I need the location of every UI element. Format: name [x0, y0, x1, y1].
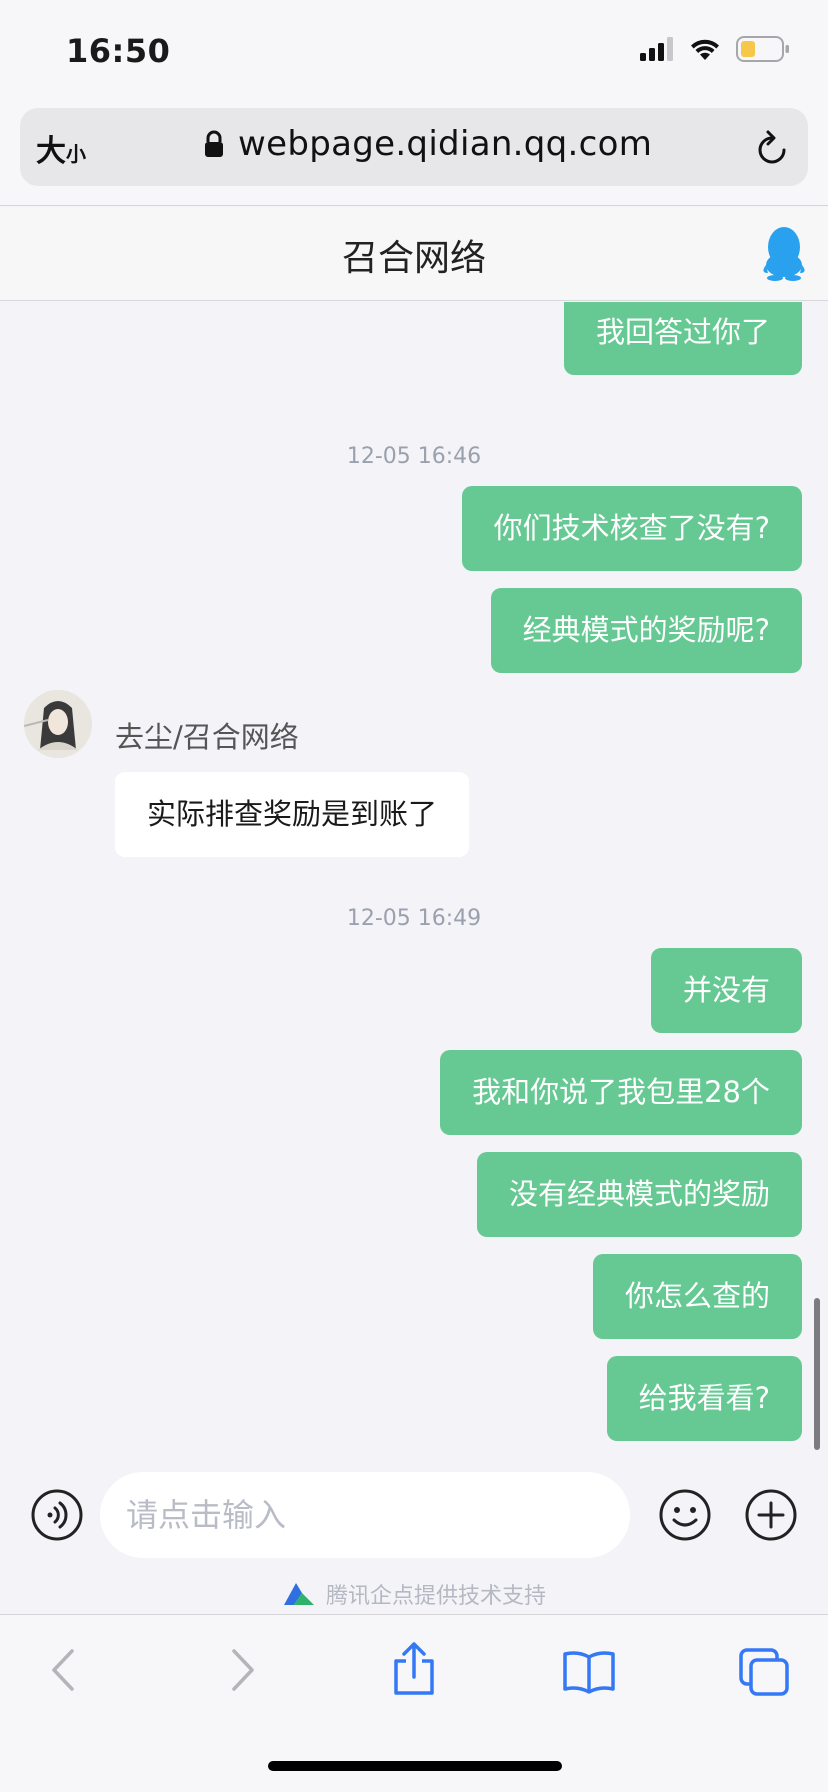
share-icon[interactable] [390, 1641, 438, 1697]
input-area: 腾讯企点提供技术支持 [0, 1458, 828, 1614]
wifi-icon [691, 39, 719, 60]
message-bubble-me[interactable]: 我回答过你了 [563, 302, 802, 375]
bookmarks-icon[interactable] [562, 1649, 616, 1695]
url-text: webpage.qidian.qq.com [238, 124, 653, 164]
message-input[interactable] [100, 1472, 630, 1558]
back-icon[interactable] [44, 1645, 84, 1695]
scrollbar-thumb[interactable] [814, 1298, 820, 1450]
message-timestamp: 12-05 16:49 [346, 906, 482, 931]
message-timestamp: 12-05 16:46 [346, 444, 482, 469]
safari-address-area: 大小 webpage.qidian.qq.com [0, 104, 828, 206]
qq-penguin-icon[interactable] [762, 225, 806, 281]
status-time: 16:50 [66, 32, 171, 70]
voice-icon[interactable] [30, 1488, 84, 1542]
status-icons [640, 36, 790, 62]
text-size-large-label: 大 [36, 134, 66, 169]
message-bubble-me[interactable]: 你们技术核查了没有? [461, 486, 802, 571]
message-bubble-me[interactable]: 经典模式的奖励呢? [490, 588, 802, 673]
emoji-icon[interactable] [658, 1488, 712, 1542]
message-list[interactable]: 我回答过你了 12-05 16:46 你们技术核查了没有? 经典模式的奖励呢? … [0, 302, 828, 1458]
status-bar: 16:50 [0, 0, 828, 104]
chat-title: 召合网络 [341, 238, 486, 279]
signal-icon [640, 37, 673, 61]
tabs-icon[interactable] [738, 1647, 790, 1697]
powered-by: 腾讯企点提供技术支持 [0, 1578, 828, 1610]
address-bar[interactable]: 大小 webpage.qidian.qq.com [20, 108, 808, 186]
avatar[interactable] [24, 690, 92, 758]
message-bubble-other[interactable]: 实际排查奖励是到账了 [115, 772, 470, 857]
url-group[interactable]: webpage.qidian.qq.com [204, 124, 652, 164]
safari-toolbar [0, 1614, 828, 1792]
message-bubble-me[interactable]: 给我看看? [606, 1356, 802, 1441]
message-bubble-me[interactable]: 没有经典模式的奖励 [476, 1152, 802, 1237]
home-indicator[interactable] [268, 1761, 562, 1771]
reload-icon[interactable] [754, 128, 790, 168]
chat-header: 召合网络 [0, 207, 828, 301]
qidian-logo-icon [283, 1583, 314, 1605]
text-size-small-label: 小 [66, 142, 86, 166]
message-bubble-me[interactable]: 你怎么查的 [592, 1254, 802, 1339]
agent-avatar-image [24, 690, 92, 758]
sender-name: 去尘/召合网络 [115, 720, 299, 754]
message-bubble-me[interactable]: 我和你说了我包里28个 [440, 1050, 802, 1135]
battery-icon [736, 36, 789, 62]
powered-by-text: 腾讯企点提供技术支持 [325, 1584, 546, 1609]
message-bubble-me[interactable]: 并没有 [650, 948, 802, 1033]
lock-icon [205, 130, 223, 157]
text-size-button[interactable]: 大小 [36, 126, 86, 170]
plus-icon[interactable] [744, 1488, 798, 1542]
forward-icon[interactable] [222, 1645, 262, 1695]
